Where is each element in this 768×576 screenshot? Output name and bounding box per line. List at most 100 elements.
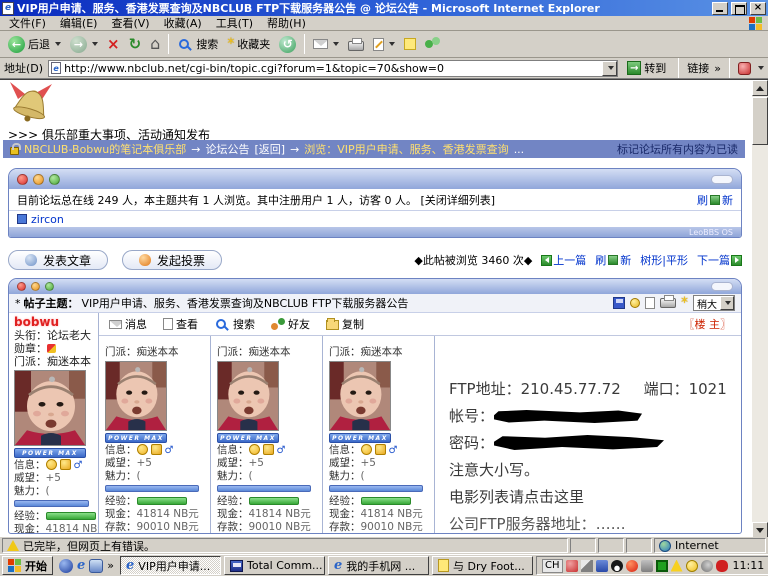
address-input-box[interactable]: e bbox=[48, 60, 618, 77]
tray-icon-warning[interactable] bbox=[671, 560, 683, 572]
tray-icon-ati[interactable] bbox=[716, 560, 728, 572]
copy-button[interactable]: 复制 bbox=[326, 316, 364, 332]
author-name-link[interactable]: bobwu bbox=[14, 315, 93, 329]
taskbar-window-ie[interactable]: e VIP用户申请... bbox=[120, 556, 221, 575]
tray-icon[interactable] bbox=[566, 560, 578, 572]
breadcrumb-board[interactable]: 论坛公告 bbox=[205, 141, 249, 157]
font-size-select[interactable]: 稍大 bbox=[693, 295, 735, 311]
new-poll-button[interactable]: 发起投票 bbox=[122, 250, 222, 270]
smiley-icon[interactable] bbox=[46, 459, 57, 470]
messenger-button[interactable] bbox=[421, 36, 444, 52]
collapse-button[interactable] bbox=[711, 175, 733, 184]
message-button[interactable]: 消息 bbox=[109, 316, 147, 332]
tray-icon-qq[interactable] bbox=[611, 560, 623, 572]
view-profile-button[interactable]: 查看 bbox=[163, 316, 198, 332]
gender-icon: ♂ bbox=[389, 445, 398, 456]
smiley-icon[interactable] bbox=[249, 444, 260, 455]
tray-icon[interactable] bbox=[626, 560, 638, 572]
vertical-scrollbar[interactable] bbox=[752, 80, 768, 537]
quick-launch-icon[interactable] bbox=[59, 559, 73, 573]
refresh-button[interactable]: ↻ bbox=[125, 36, 146, 53]
refresh-topic-link[interactable]: 刷新 bbox=[595, 252, 631, 268]
scrollbar-thumb[interactable] bbox=[752, 97, 768, 145]
taskbar-window-notepad[interactable]: 与 Dry Foot... bbox=[432, 556, 533, 575]
back-dropdown-icon[interactable] bbox=[55, 42, 61, 46]
address-dropdown-button[interactable] bbox=[602, 61, 617, 76]
next-topic-link[interactable]: 下一篇 bbox=[697, 252, 742, 268]
script-error-warning-icon[interactable] bbox=[7, 540, 19, 551]
links-label[interactable]: 链接 bbox=[687, 60, 709, 76]
menu-tools[interactable]: 工具(T) bbox=[209, 15, 260, 31]
menu-view[interactable]: 查看(V) bbox=[104, 15, 156, 31]
online-user-link[interactable]: zircon bbox=[31, 213, 64, 226]
input-language-indicator[interactable]: CH bbox=[542, 559, 563, 573]
face-icon[interactable] bbox=[60, 459, 71, 470]
go-button[interactable]: → 转到 bbox=[623, 59, 670, 77]
address-input[interactable] bbox=[64, 61, 599, 75]
edit-button[interactable] bbox=[369, 37, 399, 52]
tree-flat-toggle-link[interactable]: 树形|平形 bbox=[640, 252, 688, 268]
print-topic-icon[interactable] bbox=[660, 298, 676, 308]
breadcrumb-club[interactable]: NBCLUB-Bobwu的笔记本俱乐部 bbox=[24, 141, 186, 157]
tray-icon-antivirus[interactable] bbox=[656, 560, 668, 572]
menu-favorites[interactable]: 收藏(A) bbox=[157, 15, 209, 31]
face-icon[interactable] bbox=[151, 444, 162, 455]
tray-icon[interactable] bbox=[596, 560, 608, 572]
tray-icon[interactable] bbox=[581, 560, 593, 572]
history-button[interactable]: ↺ bbox=[275, 35, 300, 54]
menu-edit[interactable]: 编辑(E) bbox=[53, 15, 105, 31]
smiley-icon[interactable] bbox=[361, 444, 372, 455]
ie-quick-launch-icon[interactable]: e bbox=[77, 559, 85, 572]
tray-icon[interactable] bbox=[701, 560, 713, 572]
add-friend-button[interactable]: 好友 bbox=[271, 316, 310, 332]
scroll-up-button[interactable] bbox=[752, 80, 768, 96]
maximize-button[interactable] bbox=[731, 2, 747, 15]
quick-launch-chevron[interactable]: » bbox=[107, 559, 114, 572]
back-button[interactable]: ← 后退 bbox=[4, 35, 65, 54]
menu-bar: 文件(F) 编辑(E) 查看(V) 收藏(A) 工具(T) 帮助(H) bbox=[0, 16, 768, 31]
scroll-down-button[interactable] bbox=[752, 522, 768, 537]
extension-icon[interactable] bbox=[738, 62, 751, 75]
movie-list-link[interactable]: 电影列表请点击这里 bbox=[449, 484, 735, 511]
menu-help[interactable]: 帮助(H) bbox=[260, 15, 313, 31]
prev-topic-link[interactable]: 上一篇 bbox=[541, 252, 586, 268]
page-view-icon[interactable] bbox=[645, 297, 655, 309]
stop-button[interactable]: × bbox=[103, 36, 124, 53]
highlight-icon[interactable] bbox=[630, 298, 640, 308]
search-button[interactable]: 搜索 bbox=[173, 35, 222, 53]
mail-button[interactable] bbox=[309, 38, 343, 50]
menu-file[interactable]: 文件(F) bbox=[2, 15, 53, 31]
collapse-button[interactable] bbox=[711, 282, 733, 291]
tray-icon[interactable] bbox=[641, 560, 653, 572]
taskbar-clock[interactable]: 11:11 bbox=[733, 559, 765, 572]
face-icon[interactable] bbox=[375, 444, 386, 455]
home-button[interactable]: ⌂ bbox=[146, 35, 164, 53]
smiley-icon[interactable] bbox=[137, 444, 148, 455]
favorites-button[interactable]: *收藏夹 bbox=[223, 35, 274, 53]
discuss-button[interactable] bbox=[400, 37, 420, 51]
links-chevron[interactable]: » bbox=[714, 62, 721, 75]
forward-dropdown-icon[interactable] bbox=[92, 42, 98, 46]
new-post-button[interactable]: 发表文章 bbox=[8, 250, 108, 270]
select-dropdown-button[interactable] bbox=[720, 296, 734, 310]
forward-button[interactable]: → bbox=[66, 35, 102, 54]
start-button[interactable]: 开始 bbox=[2, 556, 53, 575]
face-icon[interactable] bbox=[263, 444, 274, 455]
minimize-button[interactable] bbox=[712, 2, 728, 15]
breadcrumb-back-link[interactable]: [返回] bbox=[254, 141, 285, 157]
refresh-list-link[interactable]: 刷新 bbox=[697, 192, 733, 208]
search-posts-button[interactable]: 搜索 bbox=[214, 316, 255, 332]
save-icon[interactable] bbox=[613, 297, 625, 309]
quick-launch-icon[interactable] bbox=[89, 559, 103, 573]
taskbar-window-ie2[interactable]: e 我的手机网 ... bbox=[328, 556, 429, 575]
taskbar-window-total-commander[interactable]: Total Comm... bbox=[224, 556, 325, 575]
close-detail-link[interactable]: [关闭详细列表] bbox=[420, 192, 495, 208]
edit-dropdown-icon[interactable] bbox=[389, 42, 395, 46]
close-button[interactable]: × bbox=[750, 2, 766, 15]
mark-all-read-link[interactable]: 标记论坛所有内容为已读 bbox=[617, 141, 738, 157]
mail-dropdown-icon[interactable] bbox=[333, 42, 339, 46]
favorite-topic-icon[interactable]: * bbox=[681, 296, 688, 310]
print-button[interactable] bbox=[344, 36, 368, 52]
tray-icon[interactable] bbox=[686, 560, 698, 572]
extension-dropdown-icon[interactable] bbox=[758, 66, 764, 70]
